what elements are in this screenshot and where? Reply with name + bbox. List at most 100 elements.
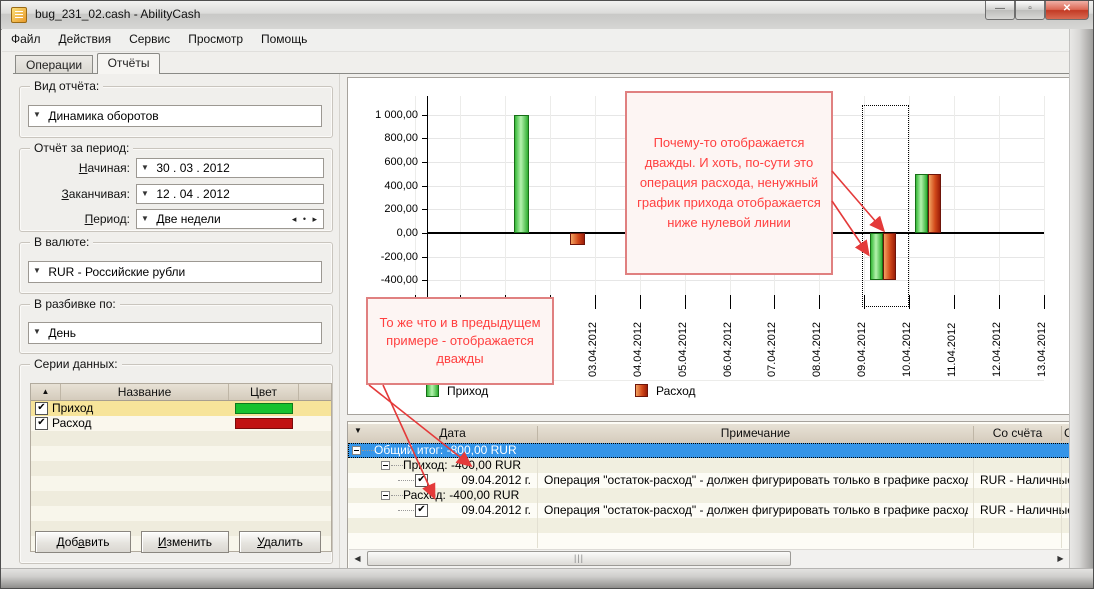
group-label: Общий итог: -800,00 RUR	[374, 443, 517, 458]
report-empty-row	[348, 518, 1070, 533]
window-title: bug_231_02.cash - AbilityCash	[35, 7, 200, 21]
x-tick-mark	[1044, 295, 1045, 309]
menu-item-1[interactable]: Файл	[2, 29, 50, 49]
series-column-color[interactable]: Цвет	[229, 384, 299, 400]
bar-расход-02.04.2012[interactable]	[570, 233, 585, 245]
breakdown-combobox[interactable]: ▼ День	[28, 322, 322, 344]
column-divider	[973, 473, 974, 488]
end-date-field[interactable]: ▼ 12 . 04 . 2012	[136, 184, 324, 204]
add-button[interactable]: Добавить	[35, 531, 131, 553]
scroll-right-icon[interactable]: ▶	[1053, 552, 1068, 566]
series-name-cell: ✔Приход	[31, 401, 229, 416]
report-type-group: Вид отчёта: ▼ Динамика оборотов	[19, 86, 333, 138]
series-row-empty	[31, 491, 331, 506]
series-table: ▲ Название Цвет ✔Приход✔Расход	[30, 383, 332, 552]
report-leaf-row[interactable]: ✔09.04.2012 г.Операция "остаток-расход" …	[348, 503, 1070, 518]
bar-расход-09.04.2012[interactable]	[883, 233, 896, 280]
maximize-button[interactable]: ▫	[1015, 1, 1045, 20]
scroll-left-icon[interactable]: ◀	[350, 552, 365, 566]
sort-asc-icon[interactable]: ▲	[31, 384, 61, 400]
tree-line	[398, 480, 414, 482]
column-divider	[537, 533, 538, 548]
menu-item-3[interactable]: Сервис	[120, 29, 179, 49]
bar-приход-01.04.2012[interactable]	[514, 115, 529, 234]
start-date-field[interactable]: ▼ 30 . 03 . 2012	[136, 158, 324, 178]
series-color-swatch[interactable]	[235, 418, 293, 429]
column-account[interactable]: Со счёта	[974, 426, 1061, 440]
column-divider	[537, 503, 538, 518]
tree-collapse-icon[interactable]	[381, 461, 390, 470]
tree-collapse-icon[interactable]	[381, 491, 390, 500]
y-tick-mark	[422, 115, 427, 116]
series-checkbox[interactable]: ✔	[35, 402, 48, 415]
series-name-cell	[31, 491, 229, 506]
chevron-down-icon[interactable]: ▼	[137, 185, 153, 203]
period-group: Отчёт за период: Начиная: ▼ 30 . 03 . 20…	[19, 148, 333, 232]
y-tick-label: 0,00	[350, 227, 418, 239]
report-type-combobox[interactable]: ▼ Динамика оборотов	[28, 105, 322, 127]
tree-collapse-icon[interactable]	[352, 446, 361, 455]
series-row-empty	[31, 461, 331, 476]
bar-расход-10.04.2012[interactable]	[928, 174, 941, 233]
series-row-расход[interactable]: ✔Расход	[31, 416, 331, 431]
breakdown-group: В разбивке по: ▼ День	[19, 304, 333, 354]
minimize-button[interactable]: —	[985, 1, 1015, 20]
menu-item-2[interactable]: Действия	[50, 29, 121, 49]
chevron-down-icon[interactable]: ▼	[29, 323, 45, 341]
chevron-down-icon[interactable]: ▼	[29, 106, 45, 124]
start-date-label: Начиная:	[20, 161, 130, 175]
period-step-field[interactable]: ▼ Две недели ◂ • ▸	[136, 209, 324, 229]
series-row-empty	[31, 446, 331, 461]
series-table-header[interactable]: ▲ Название Цвет	[31, 384, 331, 401]
column-note[interactable]: Примечание	[538, 426, 973, 440]
breakdown-value: День	[48, 326, 76, 340]
tab-strip: ОперацииОтчёты	[13, 53, 1071, 74]
menu-item-5[interactable]: Помощь	[252, 29, 316, 49]
period-nav-buttons[interactable]: ◂ • ▸	[292, 210, 319, 228]
x-tick-mark	[640, 295, 641, 309]
x-tick-mark	[685, 295, 686, 309]
currency-combobox[interactable]: ▼ RUR - Российские рубли	[28, 261, 322, 283]
column-divider	[537, 518, 538, 533]
series-row-empty	[31, 476, 331, 491]
column-date[interactable]: Дата	[368, 426, 537, 440]
report-group-row[interactable]: Общий итог: -800,00 RUR	[348, 443, 1070, 458]
bar-приход-10.04.2012[interactable]	[915, 174, 928, 233]
sort-desc-icon[interactable]: ▼	[352, 426, 364, 435]
report-table-header[interactable]: ▼ Дата Примечание Со счёта С	[348, 424, 1070, 444]
x-tick-label: 08.04.2012	[811, 313, 823, 377]
column-divider	[537, 488, 538, 503]
tab-operations[interactable]: Операции	[15, 55, 93, 74]
row-checkbox[interactable]: ✔	[415, 474, 428, 487]
x-tick-label: 12.04.2012	[991, 313, 1003, 377]
report-settings-panel: Вид отчёта: ▼ Динамика оборотов Отчёт за…	[13, 74, 340, 570]
chevron-down-icon[interactable]: ▼	[137, 159, 153, 177]
menu-bar: ФайлДействияСервисПросмотрПомощь	[2, 29, 1094, 52]
report-group-row[interactable]: Расход: -400,00 RUR	[348, 488, 1070, 503]
column-divider	[1061, 518, 1062, 533]
series-row-приход[interactable]: ✔Приход	[31, 401, 331, 416]
series-column-name[interactable]: Название	[61, 384, 229, 400]
edit-button[interactable]: Изменить	[141, 531, 229, 553]
row-checkbox[interactable]: ✔	[415, 504, 428, 517]
close-button[interactable]: ✕	[1045, 1, 1089, 20]
report-group-row[interactable]: Приход: -400,00 RUR	[348, 458, 1070, 473]
x-tick-label: 10.04.2012	[901, 313, 913, 377]
gridline-h	[427, 280, 1044, 281]
x-tick-mark	[774, 295, 775, 309]
chevron-down-icon[interactable]: ▼	[29, 262, 45, 280]
menu-item-4[interactable]: Просмотр	[179, 29, 252, 49]
x-tick-mark	[595, 295, 596, 309]
x-tick-label: 13.04.2012	[1036, 313, 1048, 377]
series-checkbox[interactable]: ✔	[35, 417, 48, 430]
leaf-account: RUR - Наличные	[980, 503, 1074, 518]
bar-приход-09.04.2012[interactable]	[870, 233, 883, 280]
tab-reports[interactable]: Отчёты	[97, 53, 161, 74]
scrollbar-thumb[interactable]: |||	[367, 551, 791, 566]
delete-button[interactable]: Удалить	[239, 531, 321, 553]
series-color-swatch[interactable]	[235, 403, 293, 414]
horizontal-scrollbar[interactable]: ◀ ||| ▶	[349, 549, 1069, 569]
report-table-panel: ▼ Дата Примечание Со счёта С Общий итог:…	[347, 421, 1071, 569]
chevron-down-icon[interactable]: ▼	[137, 210, 153, 228]
report-leaf-row[interactable]: ✔09.04.2012 г.Операция "остаток-расход" …	[348, 473, 1070, 488]
